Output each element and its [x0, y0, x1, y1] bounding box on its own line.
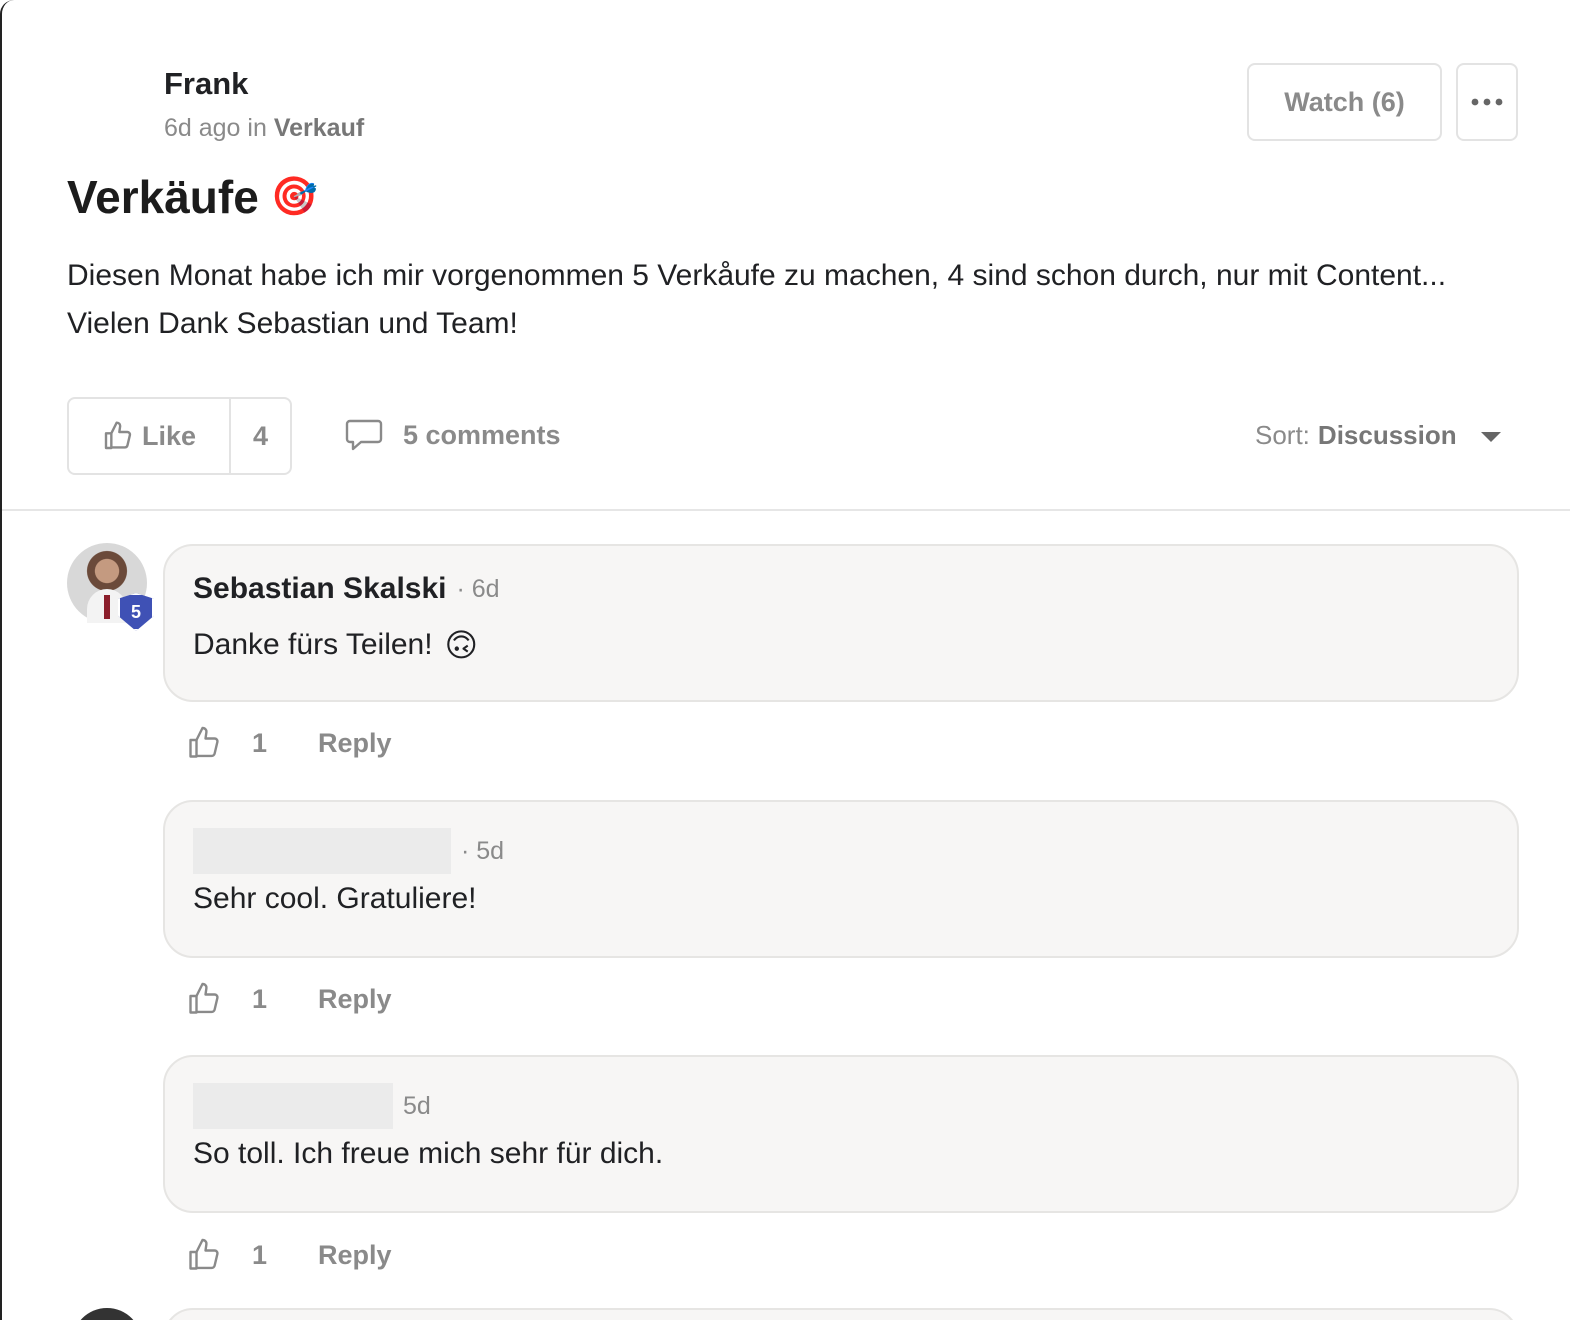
comment-like-count: 1: [252, 727, 268, 758]
post-title-text: Verkäufe: [67, 171, 259, 223]
thumbs-up-icon[interactable]: [186, 1237, 222, 1273]
comment-time: · 5d: [461, 836, 505, 865]
sort-label: Sort:: [1255, 420, 1310, 450]
comments-count[interactable]: 5 comments: [345, 418, 561, 452]
post-category-link[interactable]: Verkauf: [274, 114, 364, 142]
comment-text-value: So toll. Ich freue mich sehr für dich.: [193, 1137, 664, 1170]
thumbs-up-icon[interactable]: [186, 725, 222, 761]
caret-down-icon: [1480, 431, 1501, 442]
comment-time: 5d: [403, 1092, 431, 1121]
post-title: Verkäufe 🎯: [67, 170, 318, 224]
comment-header: · 5d: [193, 828, 504, 874]
reply-button[interactable]: Reply: [318, 1240, 392, 1271]
comment-time-value: 6d: [471, 574, 500, 603]
more-options-button[interactable]: [1456, 63, 1518, 141]
comment-text: Danke fürs Teilen! 🙃: [193, 626, 478, 664]
like-label: Like: [141, 420, 197, 451]
post-time: 6d ago: [164, 114, 241, 142]
post-body: Diesen Monat habe ich mir vorgenommen 5 …: [67, 259, 1447, 340]
upside-down-face-emoji-icon: 🙃: [444, 627, 478, 663]
like-group: Like 4: [67, 397, 292, 475]
post-card: Frank 6d ago in Verkauf Watch (6) Verkäu…: [0, 0, 1570, 1320]
comments-count-label: 5 comments: [403, 419, 561, 450]
sort-dropdown[interactable]: Sort: Discussion: [1255, 420, 1501, 451]
like-count[interactable]: 4: [231, 399, 290, 473]
more-horizontal-icon: [1471, 98, 1503, 106]
post-in-label: in: [247, 114, 267, 142]
comment-actions: 1 Reply: [186, 725, 392, 761]
avatar[interactable]: [72, 1308, 142, 1320]
redacted-name: [193, 828, 451, 874]
thumbs-up-icon: [104, 421, 132, 450]
like-button[interactable]: Like: [69, 399, 231, 473]
comment-bubble-icon: [345, 419, 383, 451]
comment-time: · 6d: [456, 574, 500, 603]
comment-bubble: · 5d Sehr cool. Gratuliere!: [163, 800, 1519, 958]
comment-author-name[interactable]: Sebastian Skalski: [193, 572, 446, 606]
watch-button[interactable]: Watch (6): [1247, 63, 1442, 141]
redacted-name: [193, 1083, 393, 1129]
comment-like-count: 1: [252, 1239, 268, 1270]
target-emoji-icon: 🎯: [270, 176, 319, 218]
comment-actions: 1 Reply: [186, 981, 392, 1017]
comment-bubble: Sebastian Skalski · 6d Danke fürs Teilen…: [163, 544, 1519, 702]
sort-value: Discussion: [1317, 420, 1457, 450]
comment-bubble: 5d So toll. Ich freue mich sehr für dich…: [163, 1055, 1519, 1213]
avatar-tie: [104, 595, 110, 619]
post-author-name[interactable]: Frank: [164, 66, 248, 102]
comment-text-value: Sehr cool. Gratuliere!: [193, 882, 477, 915]
comment-text-value: Danke fürs Teilen!: [193, 628, 433, 661]
comment-time-value: 5d: [403, 1091, 431, 1120]
comment-time-value: 5d: [476, 836, 505, 865]
divider: [2, 509, 1570, 511]
reply-button[interactable]: Reply: [318, 984, 392, 1015]
comment-text: Sehr cool. Gratuliere!: [193, 882, 476, 916]
thumbs-up-icon[interactable]: [186, 981, 222, 1017]
post-meta: 6d ago in Verkauf: [164, 114, 364, 143]
comment-bubble: [163, 1308, 1519, 1320]
comment-header: Sebastian Skalski · 6d: [193, 572, 500, 606]
level-badge: 5: [118, 593, 154, 631]
comment-like-count: 1: [252, 983, 268, 1014]
comment-text: So toll. Ich freue mich sehr für dich.: [193, 1137, 663, 1171]
comment-actions: 1 Reply: [186, 1237, 392, 1273]
reply-button[interactable]: Reply: [318, 728, 392, 759]
comment-header: 5d: [193, 1083, 431, 1129]
